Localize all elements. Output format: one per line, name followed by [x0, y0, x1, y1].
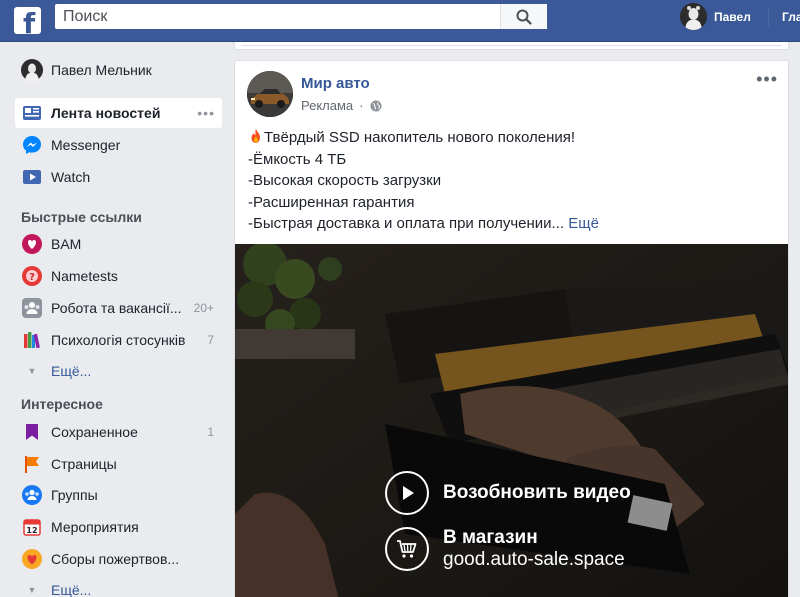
post-text-line: -Расширенная гарантия — [248, 193, 415, 211]
sidebar-item-label: Сохраненное — [51, 424, 138, 440]
post-options-icon[interactable]: ••• — [756, 69, 778, 90]
sidebar-more-label: Ещё... — [51, 363, 92, 379]
shop-text: В магазин good.auto-sale.space — [443, 527, 625, 571]
sidebar-item-jobs[interactable]: Робота та вакансії... 20+ — [15, 293, 222, 323]
interesting-more[interactable]: ▼ Ещё... — [15, 575, 222, 597]
car-photo-icon — [247, 71, 293, 117]
resume-video-label: Возобновить видео — [443, 482, 631, 503]
page-avatar[interactable] — [247, 71, 293, 117]
notification-count: 7 — [207, 333, 214, 347]
profile-avatar-icon — [21, 59, 43, 81]
post-meta: Реклама · — [301, 98, 382, 113]
cart-icon — [385, 527, 429, 571]
shop-now-button[interactable]: В магазин good.auto-sale.space — [385, 522, 631, 576]
caret-down-icon: ▼ — [27, 585, 37, 595]
svg-text:?: ? — [29, 272, 35, 283]
ad-video[interactable]: Возобновить видео В магазин good.auto-sa… — [235, 244, 788, 597]
sidebar-item-nametests[interactable]: ? Nametests — [15, 261, 222, 291]
sidebar-item-label: Страницы — [51, 456, 117, 472]
home-link[interactable]: Главная — [782, 10, 800, 24]
avatar-photo-icon — [680, 3, 707, 30]
quick-links-more[interactable]: ▼ Ещё... — [15, 356, 222, 386]
sidebar-item-label: Messenger — [51, 137, 121, 153]
sidebar-profile-name: Павел Мельник — [51, 62, 152, 78]
play-icon — [385, 471, 429, 515]
sidebar-item-psychology[interactable]: Психологія стосунків 7 — [15, 325, 222, 355]
post-text-line: -Ёмкость 4 ТБ — [248, 150, 347, 168]
nav-divider — [768, 8, 769, 26]
messenger-icon — [21, 134, 43, 156]
sidebar-item-messenger[interactable]: Messenger — [15, 130, 222, 160]
globe-icon[interactable] — [370, 100, 382, 112]
sidebar-item-fundraisers[interactable]: Сборы пожертвов... — [15, 544, 222, 574]
video-overlay-actions: Возобновить видео В магазин good.auto-sa… — [385, 466, 631, 578]
sidebar-item-label: Лента новостей — [51, 105, 161, 121]
sidebar-item-label: Watch — [51, 169, 91, 185]
search-input[interactable] — [55, 4, 547, 29]
separator: · — [359, 98, 364, 113]
books-icon — [21, 329, 43, 351]
shop-label: В магазин — [443, 527, 538, 548]
caret-down-icon: ▼ — [27, 366, 37, 376]
sidebar-profile[interactable]: Павел Мельник — [15, 55, 222, 85]
search-icon — [516, 9, 532, 25]
sidebar-item-label: Сборы пожертвов... — [51, 551, 180, 567]
fire-icon — [251, 129, 260, 143]
calendar-icon: 12 — [21, 516, 43, 538]
sidebar-item-label: Мероприятия — [51, 519, 139, 535]
sidebar-item-news-feed[interactable]: Лента новостей ••• — [15, 98, 222, 128]
previous-post-card-edge — [234, 42, 789, 50]
sidebar-item-label: Группы — [51, 487, 98, 503]
saved-icon — [21, 421, 43, 443]
group-icon — [21, 297, 43, 319]
notification-count: 20+ — [193, 301, 214, 315]
sidebar-item-label: BAM — [51, 236, 82, 252]
sidebar-item-label: Психологія стосунків — [51, 332, 186, 348]
shop-url: good.auto-sale.space — [443, 549, 625, 570]
more-options-icon[interactable]: ••• — [197, 105, 215, 121]
sponsored-post: Мир авто Реклама · ••• Твёрдый SSD накоп… — [234, 60, 789, 597]
news-feed-icon — [21, 102, 43, 124]
flag-icon — [21, 453, 43, 475]
post-text: Твёрдый SSD накопитель нового поколения!… — [248, 127, 778, 235]
interesting-heading: Интересное — [21, 396, 103, 412]
post-text-line: Твёрдый SSD накопитель нового поколения! — [248, 127, 778, 149]
see-more-link[interactable]: Ещё — [568, 215, 599, 232]
post-author-link[interactable]: Мир авто — [301, 75, 370, 92]
search-button[interactable] — [500, 4, 547, 29]
user-name-link[interactable]: Павел — [714, 10, 751, 24]
sidebar-more-label: Ещё... — [51, 582, 92, 597]
sponsored-label[interactable]: Реклама — [301, 98, 353, 113]
sidebar-item-watch[interactable]: Watch — [15, 162, 222, 192]
groups-icon — [21, 484, 43, 506]
sidebar-item-saved[interactable]: Сохраненное 1 — [15, 417, 222, 447]
post-text-line: -Высокая скорость загрузки — [248, 172, 442, 189]
facebook-logo[interactable]: f — [14, 7, 41, 34]
group-avatar-icon — [21, 233, 43, 255]
watch-icon — [21, 166, 43, 188]
quick-links-heading: Быстрые ссылки — [21, 209, 142, 225]
sidebar-item-label: Nametests — [51, 268, 118, 284]
top-navigation-bar: f Павел Главная — [0, 0, 800, 42]
resume-video-button[interactable]: Возобновить видео — [385, 466, 631, 520]
user-avatar[interactable] — [680, 3, 707, 30]
sidebar-item-groups[interactable]: Группы — [15, 480, 222, 510]
svg-text:12: 12 — [26, 526, 37, 535]
sidebar-item-bam[interactable]: BAM — [15, 229, 222, 259]
notification-count: 1 — [207, 425, 214, 439]
sidebar-item-events[interactable]: 12 Мероприятия — [15, 512, 222, 542]
post-text-line: -Быстрая доставка и оплата при получении… — [248, 215, 599, 232]
sidebar-item-pages[interactable]: Страницы — [15, 449, 222, 479]
fundraiser-icon — [21, 548, 43, 570]
sidebar-item-label: Робота та вакансії... — [51, 300, 182, 316]
app-avatar-icon: ? — [21, 265, 43, 287]
